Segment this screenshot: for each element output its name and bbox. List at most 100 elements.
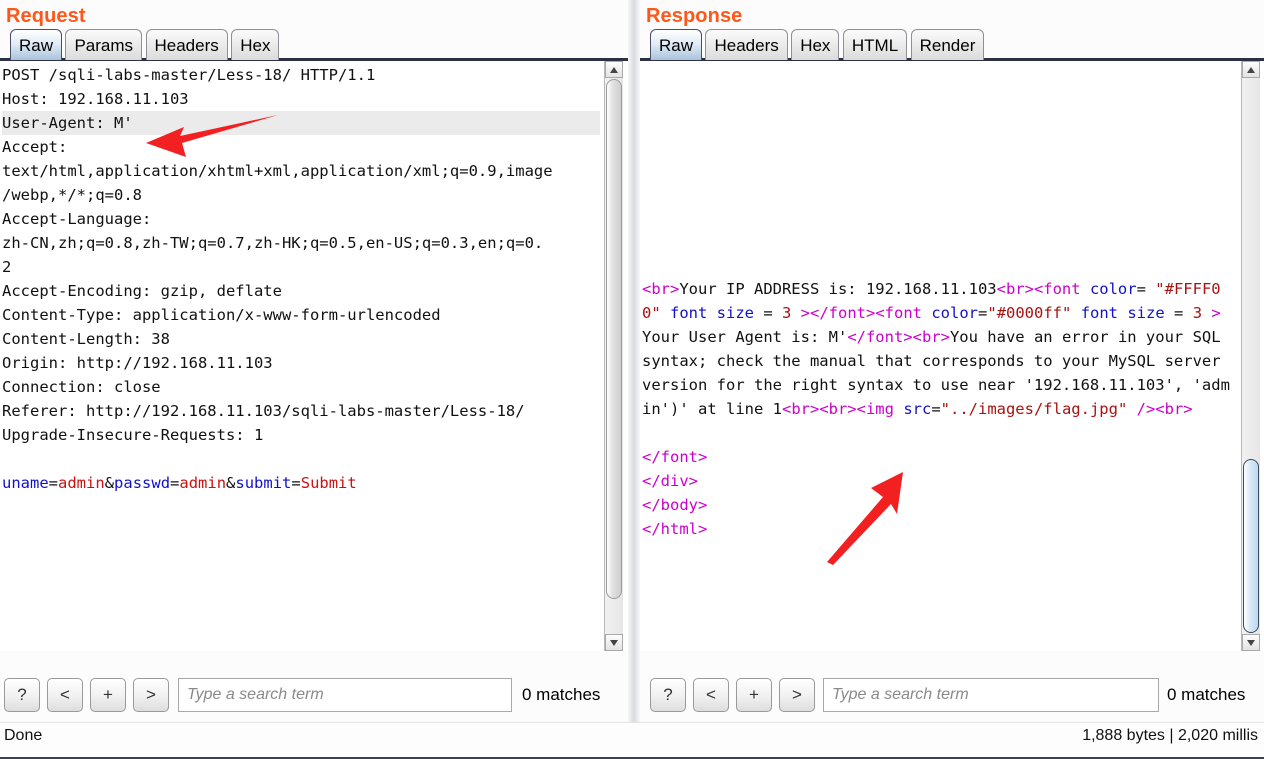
response-raw-text[interactable]: <br>Your IP ADDRESS is: 192.168.11.103<b…: [640, 275, 1230, 541]
request-tab-params[interactable]: Params: [65, 29, 143, 60]
request-line: Host: 192.168.11.103: [2, 90, 189, 108]
request-search-next-button[interactable]: >: [133, 678, 169, 712]
triangle-up-icon: [610, 66, 618, 73]
html-attribute-value: "../images/flag.jpg": [940, 400, 1128, 418]
request-tab-bar: Raw Params Headers Hex: [0, 29, 628, 61]
response-tab-html[interactable]: HTML: [842, 29, 908, 60]
request-line: POST /sqli-labs-master/Less-18/ HTTP/1.1: [2, 66, 376, 84]
response-tab-raw[interactable]: Raw: [650, 29, 703, 60]
request-line: Connection: close: [2, 378, 161, 396]
response-search-add-button[interactable]: +: [736, 678, 772, 712]
request-line: /webp,*/*;q=0.8: [2, 186, 142, 204]
request-search-input[interactable]: Type a search term: [178, 678, 512, 712]
response-text: =: [1136, 280, 1156, 298]
response-search-prev-button[interactable]: <: [693, 678, 729, 712]
request-search-bar: ? < + > Type a search term 0 matches: [0, 676, 628, 718]
param-value: Submit: [300, 474, 357, 492]
request-line: Accept:: [2, 138, 68, 156]
html-tag: <img: [856, 400, 904, 418]
param-separator: &: [226, 474, 236, 492]
response-text: =: [931, 400, 941, 418]
response-title: Response: [646, 5, 743, 27]
request-tab-headers[interactable]: Headers: [145, 29, 228, 60]
request-scroll-up-button[interactable]: [605, 61, 623, 78]
param-value: admin: [179, 474, 227, 492]
response-match-count: 0 matches: [1167, 685, 1246, 704]
request-line: Content-Type: application/x-www-form-url…: [2, 306, 441, 324]
request-body-area[interactable]: POST /sqli-labs-master/Less-18/ HTTP/1.1…: [0, 61, 628, 651]
request-tab-hex[interactable]: Hex: [231, 29, 280, 60]
html-tag: <font: [1033, 280, 1090, 298]
html-attribute: font size: [1071, 304, 1175, 322]
param-equals: =: [170, 474, 180, 492]
response-scroll-down-button[interactable]: [1242, 634, 1260, 651]
panel-splitter[interactable]: [628, 0, 640, 722]
response-tab-hex[interactable]: Hex: [791, 29, 840, 60]
response-text: =: [763, 304, 782, 322]
request-search-add-button[interactable]: +: [90, 678, 126, 712]
response-tab-render[interactable]: Render: [910, 29, 985, 60]
html-tag: <font: [875, 304, 932, 322]
triangle-down-icon: [1247, 639, 1255, 646]
status-text: Done: [4, 727, 43, 744]
html-tag: <br>: [642, 280, 680, 298]
request-raw-text[interactable]: POST /sqli-labs-master/Less-18/ HTTP/1.1…: [0, 61, 600, 495]
request-line: Origin: http://192.168.11.103: [2, 354, 273, 372]
html-attribute-value: "#0000ff": [987, 304, 1072, 322]
param-value: admin: [58, 474, 105, 492]
request-line: zh-CN,zh;q=0.8,zh-TW;q=0.7,zh-HK;q=0.5,e…: [2, 234, 544, 252]
html-tag: </html>: [642, 520, 708, 538]
request-line: 2: [2, 258, 12, 276]
response-body-area[interactable]: <br>Your IP ADDRESS is: 192.168.11.103<b…: [640, 61, 1264, 651]
response-search-next-button[interactable]: >: [779, 678, 815, 712]
html-tag: >: [1202, 304, 1221, 322]
response-text: Your User Agent is: M': [642, 328, 848, 346]
triangle-up-icon: [1247, 66, 1255, 73]
request-line: Content-Length: 38: [2, 330, 170, 348]
request-line: Referer: http://192.168.11.103/sqli-labs…: [2, 402, 525, 420]
html-tag: </font>: [847, 328, 913, 346]
status-bar: Done 1,888 bytes | 2,020 millis: [0, 722, 1264, 759]
response-tab-bar: Raw Headers Hex HTML Render: [640, 29, 1264, 61]
response-search-input[interactable]: Type a search term: [823, 678, 1159, 712]
request-line: Accept-Encoding: gzip, deflate: [2, 282, 282, 300]
html-tag: >: [791, 304, 811, 322]
response-tab-headers[interactable]: Headers: [705, 29, 788, 60]
html-attribute: color: [1089, 280, 1137, 298]
html-tag: </div>: [642, 472, 698, 490]
request-line: Accept-Language:: [2, 210, 152, 228]
request-title: Request: [6, 5, 86, 27]
request-line: User-Agent: M': [2, 111, 600, 135]
request-scroll-down-button[interactable]: [605, 634, 623, 651]
html-tag: <br>: [912, 328, 950, 346]
request-line: text/html,application/xhtml+xml,applicat…: [2, 162, 553, 180]
request-search-help-button[interactable]: ?: [4, 678, 40, 712]
html-tag: <br>: [1155, 400, 1193, 418]
html-tag: <br>: [819, 400, 857, 418]
request-scroll-thumb[interactable]: [606, 79, 622, 599]
request-body-params: uname=admin&passwd=admin&submit=Submit: [2, 474, 357, 492]
response-text: Your IP ADDRESS is: 192.168.11.103: [679, 280, 997, 298]
response-vertical-scrollbar[interactable]: [1241, 61, 1260, 651]
request-panel: Request Raw Params Headers Hex POST /sql…: [0, 0, 628, 722]
burp-suite-window: Request Raw Params Headers Hex POST /sql…: [0, 0, 1264, 759]
response-search-help-button[interactable]: ?: [650, 678, 686, 712]
request-match-count: 0 matches: [522, 685, 601, 704]
param-name: passwd: [114, 474, 171, 492]
param-separator: &: [104, 474, 115, 492]
response-search-bar: ? < + > Type a search term 0 matches: [640, 676, 1264, 718]
response-scroll-up-button[interactable]: [1242, 61, 1260, 78]
html-attribute-value: 3: [1192, 304, 1203, 322]
param-equals: =: [291, 474, 301, 492]
request-vertical-scrollbar[interactable]: [604, 61, 623, 651]
html-tag: </font>: [810, 304, 876, 322]
triangle-down-icon: [610, 639, 618, 646]
response-scroll-thumb[interactable]: [1243, 459, 1259, 633]
request-search-prev-button[interactable]: <: [47, 678, 83, 712]
html-attribute: color: [931, 304, 979, 322]
html-attribute: src: [903, 400, 932, 418]
param-equals: =: [48, 474, 59, 492]
request-tab-raw[interactable]: Raw: [10, 29, 63, 60]
response-text: =: [1174, 304, 1193, 322]
param-name: submit: [235, 474, 292, 492]
